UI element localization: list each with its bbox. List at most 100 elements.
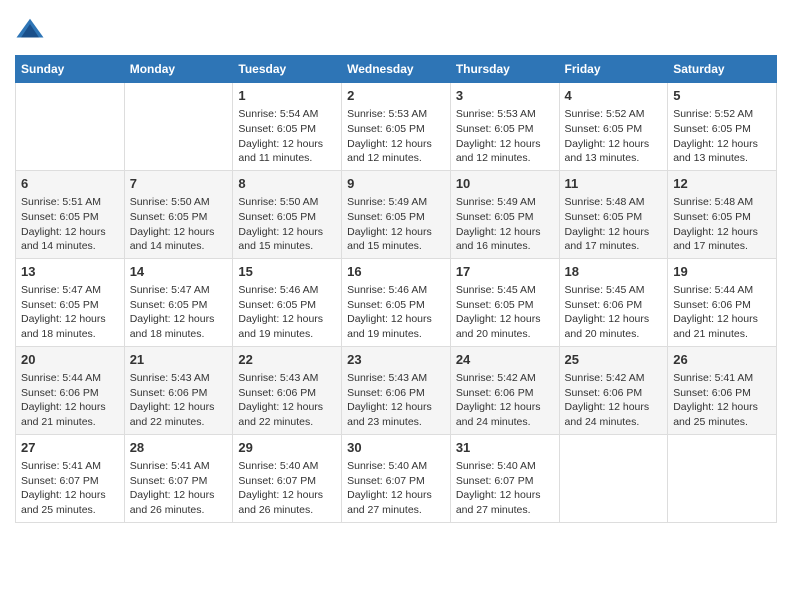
week-row-1: 6 Sunrise: 5:51 AMSunset: 6:05 PMDaylight… — [16, 170, 777, 258]
day-cell: 21 Sunrise: 5:43 AMSunset: 6:06 PMDayligh… — [124, 346, 233, 434]
day-info: Sunrise: 5:45 AMSunset: 6:06 PMDaylight:… — [565, 283, 663, 342]
header-cell-monday: Monday — [124, 56, 233, 83]
day-cell: 15 Sunrise: 5:46 AMSunset: 6:05 PMDayligh… — [233, 258, 342, 346]
day-info: Sunrise: 5:46 AMSunset: 6:05 PMDaylight:… — [238, 283, 336, 342]
day-cell: 28 Sunrise: 5:41 AMSunset: 6:07 PMDayligh… — [124, 434, 233, 522]
day-cell: 8Sunrise: 5:50 AMSunset: 6:05 PMDaylight… — [233, 170, 342, 258]
day-cell: 19 Sunrise: 5:44 AMSunset: 6:06 PMDayligh… — [668, 258, 777, 346]
day-cell: 9Sunrise: 5:49 AMSunset: 6:05 PMDaylight… — [342, 170, 451, 258]
day-info: Sunrise: 5:41 AMSunset: 6:07 PMDaylight:… — [21, 459, 119, 518]
day-info: Sunrise: 5:44 AMSunset: 6:06 PMDaylight:… — [673, 283, 771, 342]
calendar-header: SundayMondayTuesdayWednesdayThursdayFrid… — [16, 56, 777, 83]
day-cell: 29 Sunrise: 5:40 AMSunset: 6:07 PMDayligh… — [233, 434, 342, 522]
day-cell: 25 Sunrise: 5:42 AMSunset: 6:06 PMDayligh… — [559, 346, 668, 434]
day-info: Sunrise: 5:40 AMSunset: 6:07 PMDaylight:… — [456, 459, 554, 518]
day-info: Sunrise: 5:43 AMSunset: 6:06 PMDaylight:… — [130, 371, 228, 430]
week-row-3: 20 Sunrise: 5:44 AMSunset: 6:06 PMDayligh… — [16, 346, 777, 434]
day-cell: 7 Sunrise: 5:50 AMSunset: 6:05 PMDaylight… — [124, 170, 233, 258]
week-row-2: 13 Sunrise: 5:47 AMSunset: 6:05 PMDayligh… — [16, 258, 777, 346]
day-info: Sunrise: 5:47 AMSunset: 6:05 PMDaylight:… — [130, 283, 228, 342]
day-number: 25 — [565, 351, 663, 369]
day-number: 13 — [21, 263, 119, 281]
header-cell-wednesday: Wednesday — [342, 56, 451, 83]
day-cell: 18Sunrise: 5:45 AMSunset: 6:06 PMDayligh… — [559, 258, 668, 346]
day-number: 19 — [673, 263, 771, 281]
day-number: 27 — [21, 439, 119, 457]
day-number: 17 — [456, 263, 554, 281]
day-cell: 2 Sunrise: 5:53 AMSunset: 6:05 PMDaylight… — [342, 83, 451, 171]
day-number: 10 — [456, 175, 554, 193]
day-cell: 30Sunrise: 5:40 AMSunset: 6:07 PMDayligh… — [342, 434, 451, 522]
day-number: 23 — [347, 351, 445, 369]
day-cell: 26Sunrise: 5:41 AMSunset: 6:06 PMDayligh… — [668, 346, 777, 434]
day-number: 20 — [21, 351, 119, 369]
day-info: Sunrise: 5:45 AMSunset: 6:05 PMDaylight:… — [456, 283, 554, 342]
day-info: Sunrise: 5:49 AMSunset: 6:05 PMDaylight:… — [456, 195, 554, 254]
day-info: Sunrise: 5:44 AMSunset: 6:06 PMDaylight:… — [21, 371, 119, 430]
day-cell: 24 Sunrise: 5:42 AMSunset: 6:06 PMDayligh… — [450, 346, 559, 434]
header-cell-sunday: Sunday — [16, 56, 125, 83]
day-info: Sunrise: 5:53 AMSunset: 6:05 PMDaylight:… — [456, 107, 554, 166]
day-cell: 22 Sunrise: 5:43 AMSunset: 6:06 PMDayligh… — [233, 346, 342, 434]
day-info: Sunrise: 5:48 AMSunset: 6:05 PMDaylight:… — [673, 195, 771, 254]
header-cell-tuesday: Tuesday — [233, 56, 342, 83]
day-cell: 16 Sunrise: 5:46 AMSunset: 6:05 PMDayligh… — [342, 258, 451, 346]
day-info: Sunrise: 5:47 AMSunset: 6:05 PMDaylight:… — [21, 283, 119, 342]
day-info: Sunrise: 5:46 AMSunset: 6:05 PMDaylight:… — [347, 283, 445, 342]
day-cell: 17 Sunrise: 5:45 AMSunset: 6:05 PMDayligh… — [450, 258, 559, 346]
logo — [15, 15, 49, 45]
day-cell: 14 Sunrise: 5:47 AMSunset: 6:05 PMDayligh… — [124, 258, 233, 346]
header-cell-friday: Friday — [559, 56, 668, 83]
day-number: 11 — [565, 175, 663, 193]
day-info: Sunrise: 5:43 AMSunset: 6:06 PMDaylight:… — [238, 371, 336, 430]
day-info: Sunrise: 5:50 AMSunset: 6:05 PMDaylight:… — [238, 195, 336, 254]
day-number: 2 — [347, 87, 445, 105]
day-number: 16 — [347, 263, 445, 281]
day-cell: 13 Sunrise: 5:47 AMSunset: 6:05 PMDayligh… — [16, 258, 125, 346]
week-row-4: 27 Sunrise: 5:41 AMSunset: 6:07 PMDayligh… — [16, 434, 777, 522]
day-number: 29 — [238, 439, 336, 457]
day-number: 24 — [456, 351, 554, 369]
day-number: 15 — [238, 263, 336, 281]
day-cell — [668, 434, 777, 522]
day-info: Sunrise: 5:48 AMSunset: 6:05 PMDaylight:… — [565, 195, 663, 254]
header-cell-thursday: Thursday — [450, 56, 559, 83]
day-number: 6 — [21, 175, 119, 193]
logo-icon — [15, 15, 45, 45]
header-row: SundayMondayTuesdayWednesdayThursdayFrid… — [16, 56, 777, 83]
day-number: 12 — [673, 175, 771, 193]
day-cell: 23Sunrise: 5:43 AMSunset: 6:06 PMDayligh… — [342, 346, 451, 434]
header-cell-saturday: Saturday — [668, 56, 777, 83]
day-info: Sunrise: 5:52 AMSunset: 6:05 PMDaylight:… — [673, 107, 771, 166]
day-number: 28 — [130, 439, 228, 457]
day-number: 4 — [565, 87, 663, 105]
day-cell — [16, 83, 125, 171]
day-cell — [559, 434, 668, 522]
calendar-body: 1Sunrise: 5:54 AMSunset: 6:05 PMDaylight… — [16, 83, 777, 523]
day-info: Sunrise: 5:42 AMSunset: 6:06 PMDaylight:… — [565, 371, 663, 430]
week-row-0: 1Sunrise: 5:54 AMSunset: 6:05 PMDaylight… — [16, 83, 777, 171]
day-info: Sunrise: 5:41 AMSunset: 6:07 PMDaylight:… — [130, 459, 228, 518]
day-number: 22 — [238, 351, 336, 369]
day-info: Sunrise: 5:49 AMSunset: 6:05 PMDaylight:… — [347, 195, 445, 254]
day-cell: 27 Sunrise: 5:41 AMSunset: 6:07 PMDayligh… — [16, 434, 125, 522]
day-number: 21 — [130, 351, 228, 369]
day-info: Sunrise: 5:40 AMSunset: 6:07 PMDaylight:… — [238, 459, 336, 518]
day-number: 31 — [456, 439, 554, 457]
day-number: 5 — [673, 87, 771, 105]
day-cell: 10 Sunrise: 5:49 AMSunset: 6:05 PMDayligh… — [450, 170, 559, 258]
day-number: 3 — [456, 87, 554, 105]
day-info: Sunrise: 5:53 AMSunset: 6:05 PMDaylight:… — [347, 107, 445, 166]
day-info: Sunrise: 5:51 AMSunset: 6:05 PMDaylight:… — [21, 195, 119, 254]
day-number: 7 — [130, 175, 228, 193]
day-cell: 5 Sunrise: 5:52 AMSunset: 6:05 PMDaylight… — [668, 83, 777, 171]
day-info: Sunrise: 5:42 AMSunset: 6:06 PMDaylight:… — [456, 371, 554, 430]
day-info: Sunrise: 5:41 AMSunset: 6:06 PMDaylight:… — [673, 371, 771, 430]
calendar-table: SundayMondayTuesdayWednesdayThursdayFrid… — [15, 55, 777, 523]
day-info: Sunrise: 5:50 AMSunset: 6:05 PMDaylight:… — [130, 195, 228, 254]
day-number: 14 — [130, 263, 228, 281]
day-cell: 4Sunrise: 5:52 AMSunset: 6:05 PMDaylight… — [559, 83, 668, 171]
day-cell: 11 Sunrise: 5:48 AMSunset: 6:05 PMDayligh… — [559, 170, 668, 258]
day-cell: 1Sunrise: 5:54 AMSunset: 6:05 PMDaylight… — [233, 83, 342, 171]
day-cell: 31 Sunrise: 5:40 AMSunset: 6:07 PMDayligh… — [450, 434, 559, 522]
